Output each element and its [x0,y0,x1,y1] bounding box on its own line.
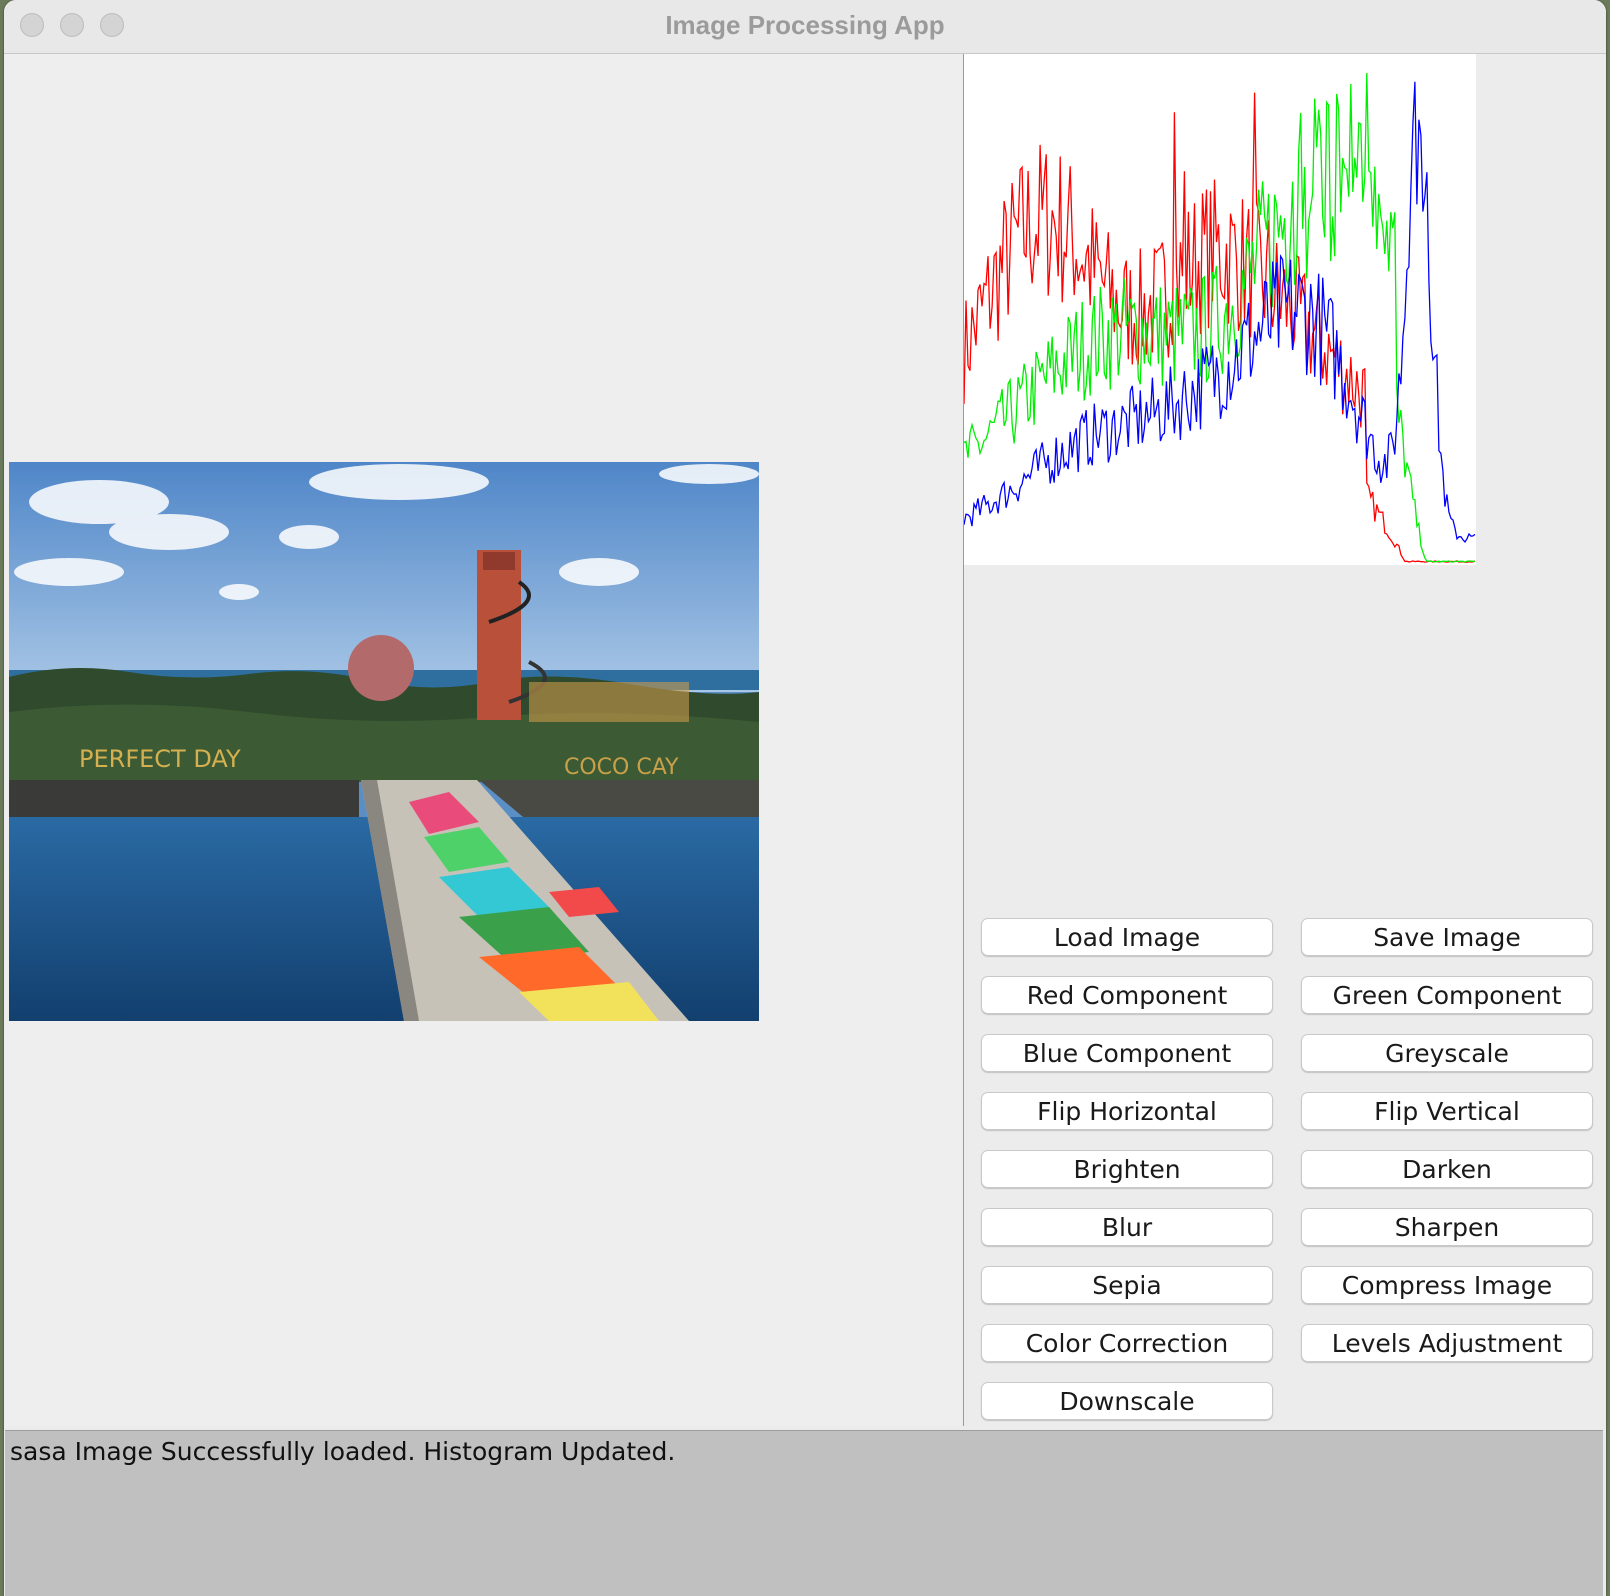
window-title: Image Processing App [665,10,945,40]
histogram-series-0 [963,92,1476,563]
green-component-button[interactable]: Green Component [1301,976,1593,1014]
compress-image-button[interactable]: Compress Image [1301,1266,1593,1304]
blue-component-button[interactable]: Blue Component [981,1034,1273,1072]
brighten-button[interactable]: Brighten [981,1150,1273,1188]
status-area: sasa Image Successfully loaded. Histogra… [5,1430,1603,1596]
app-window: Image Processing App PERFECT DAY COCO CA… [4,0,1606,1596]
save-image-button[interactable]: Save Image [1301,918,1593,956]
title-bar[interactable]: Image Processing App [4,0,1606,54]
flip-vertical-button[interactable]: Flip Vertical [1301,1092,1593,1130]
downscale-button[interactable]: Downscale [981,1382,1273,1420]
sharpen-button[interactable]: Sharpen [1301,1208,1593,1246]
image-display-panel: PERFECT DAY COCO CAY [5,54,964,1426]
greyscale-button[interactable]: Greyscale [1301,1034,1593,1072]
color-correction-button[interactable]: Color Correction [981,1324,1273,1362]
controls-panel: Load Image Save Image Red Component Gree… [963,54,1606,1426]
sign-perfect-day: PERFECT DAY [79,745,241,773]
levels-adjustment-button[interactable]: Levels Adjustment [1301,1324,1593,1362]
histogram-chart [963,54,1476,565]
blur-button[interactable]: Blur [981,1208,1273,1246]
sepia-button[interactable]: Sepia [981,1266,1273,1304]
darken-button[interactable]: Darken [1301,1150,1593,1188]
load-image-button[interactable]: Load Image [981,918,1273,956]
flip-horizontal-button[interactable]: Flip Horizontal [981,1092,1273,1130]
status-message: sasa Image Successfully loaded. Histogra… [10,1437,676,1466]
loaded-image: PERFECT DAY COCO CAY [9,462,759,1021]
red-component-button[interactable]: Red Component [981,976,1273,1014]
sign-coco-cay: COCO CAY [564,755,679,780]
